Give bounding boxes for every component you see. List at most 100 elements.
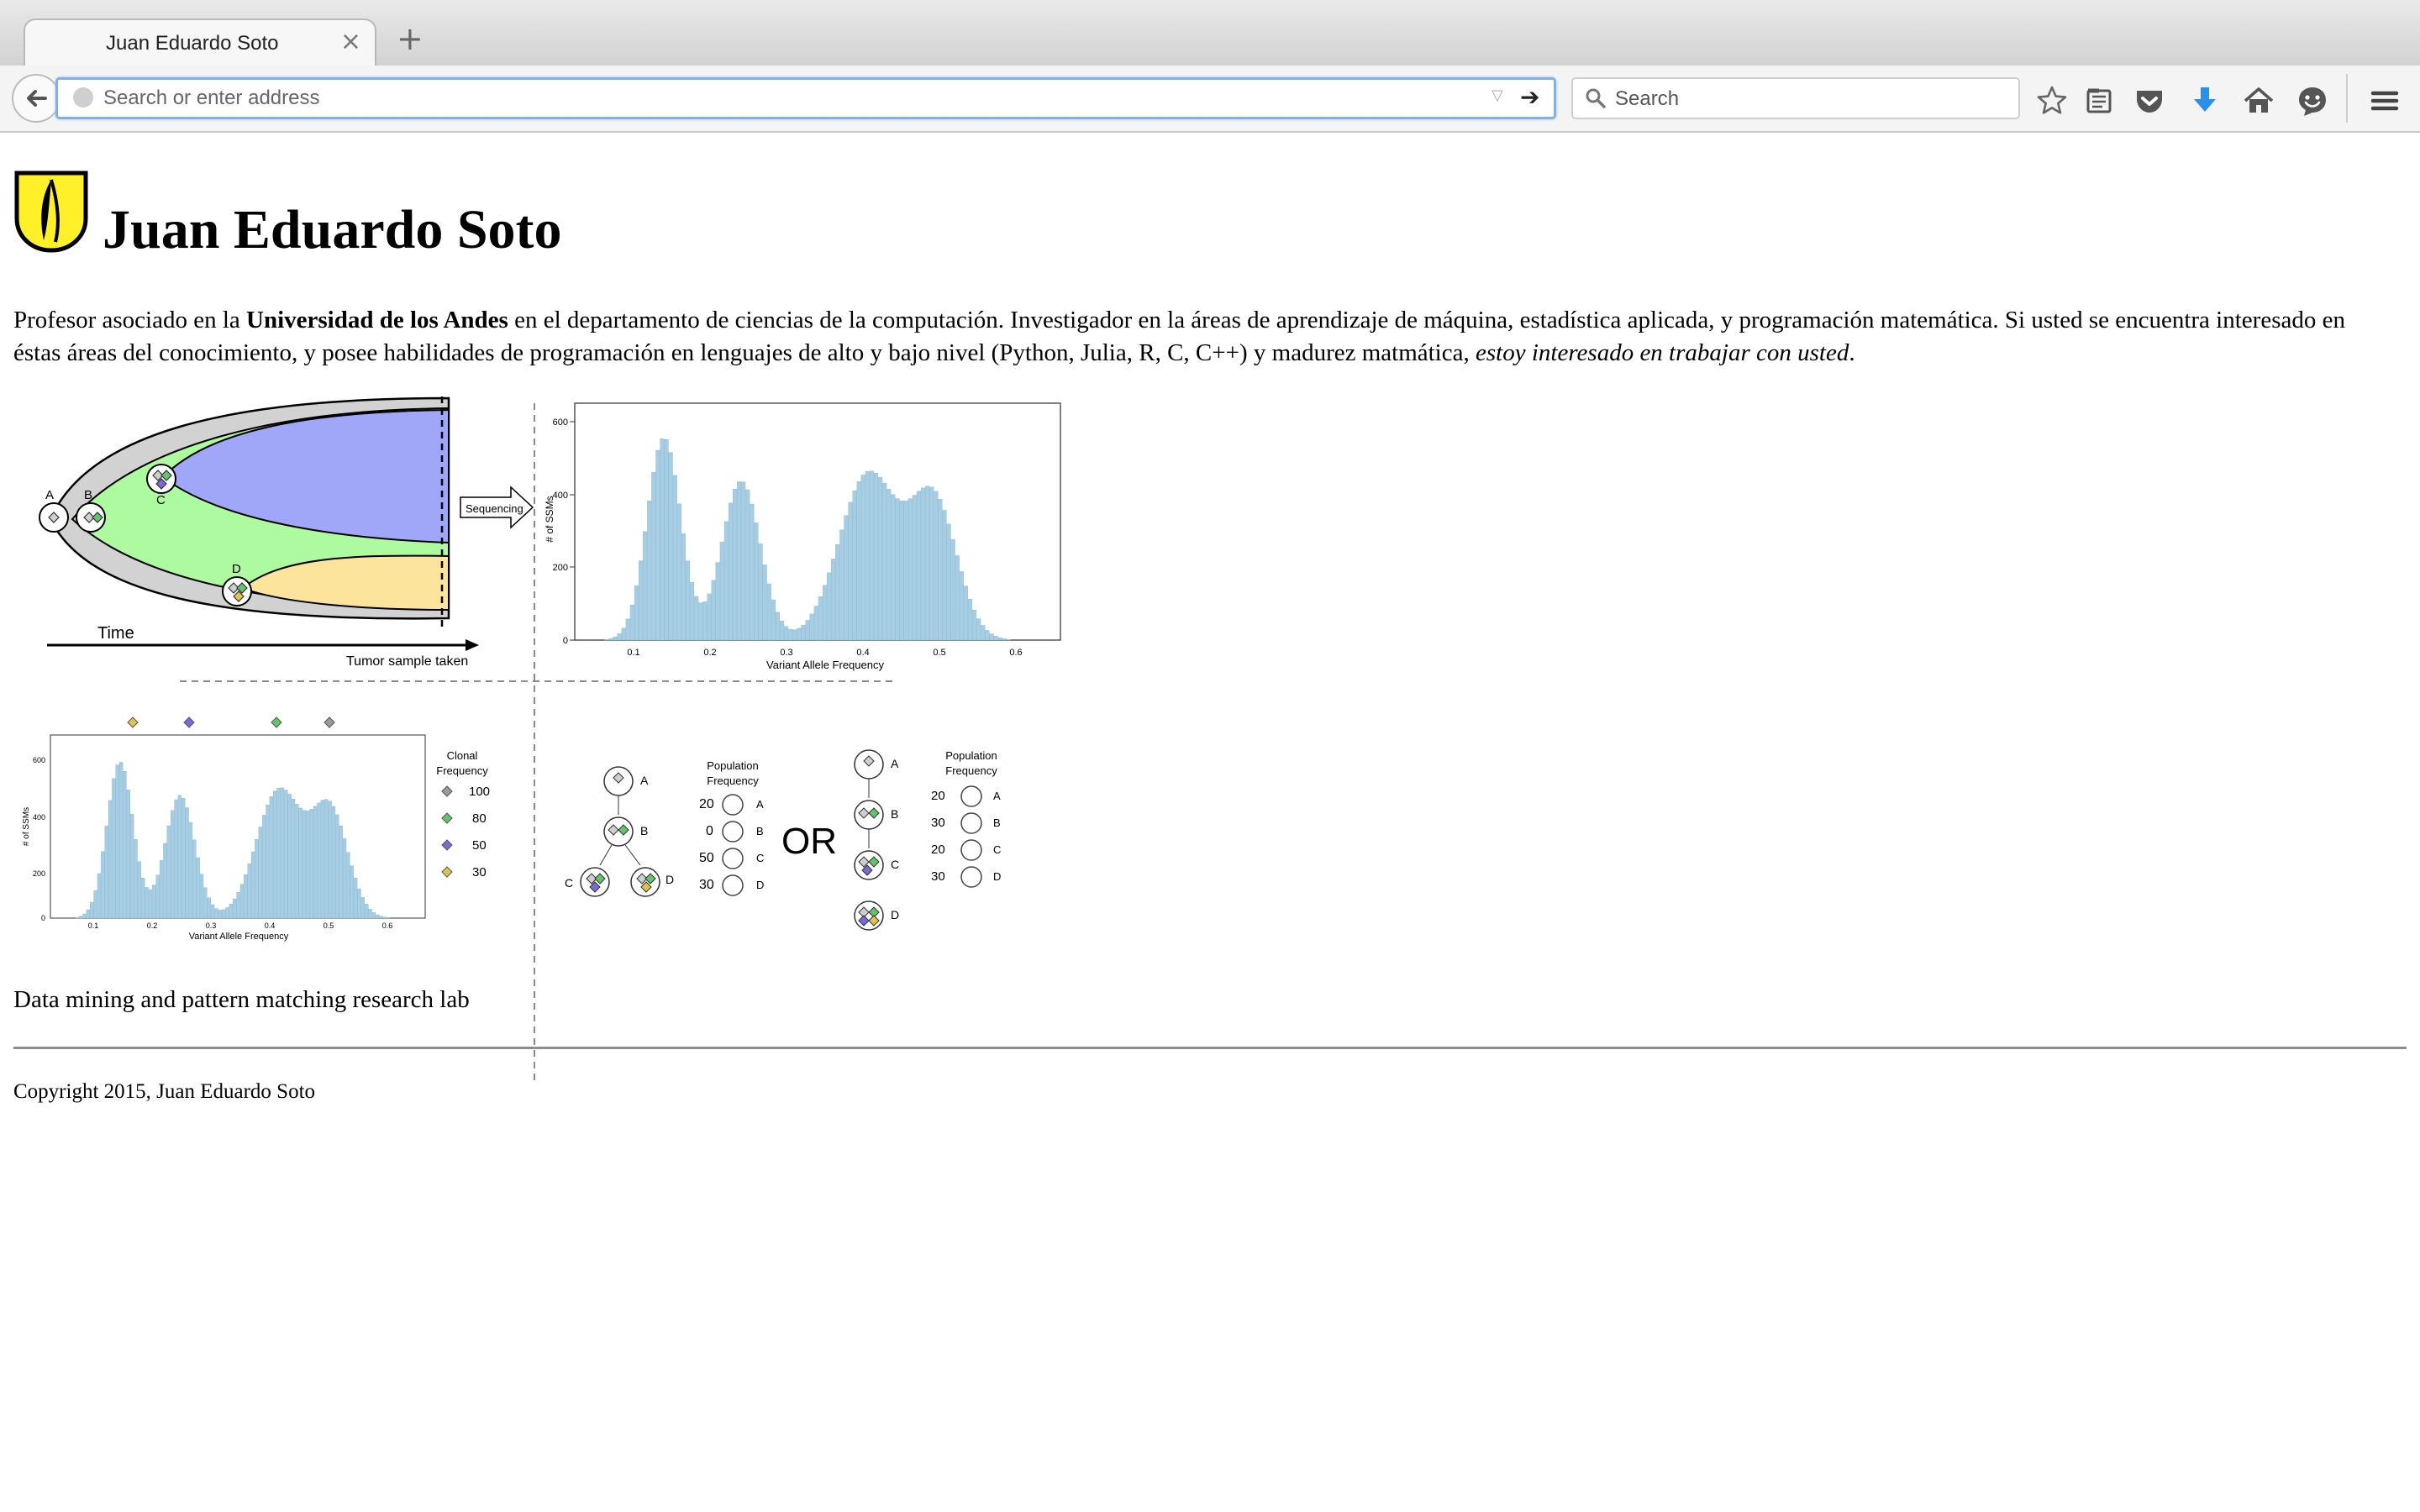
search-bar[interactable]	[1571, 77, 2020, 119]
histogram-bar	[118, 762, 124, 919]
histogram-bar	[681, 533, 686, 641]
histogram-bar	[967, 598, 973, 641]
history-dropdown-icon[interactable]: ▽	[1491, 87, 1503, 104]
pocket-icon[interactable]	[2133, 84, 2166, 118]
frequency-header: Frequency	[707, 774, 759, 787]
histogram-bar	[210, 904, 215, 919]
histogram-bar	[779, 620, 785, 641]
tumor-evolution-diagram: A B C D Time Tumor sample taken Sequenci…	[39, 396, 534, 669]
phylogeny-tree-left: A B C D Population Frequency 20 0 50 30 …	[565, 759, 764, 897]
histogram-bar	[959, 571, 964, 641]
site-identity-icon[interactable]	[73, 87, 93, 108]
histogram-bar	[287, 794, 292, 919]
intro-paragraph: Profesor asociado en la Universidad de l…	[13, 304, 2391, 370]
x-axis-label: Variant Allele Frequency	[189, 932, 289, 942]
histogram-bar	[236, 891, 240, 919]
histogram-bar	[331, 806, 336, 919]
histogram-bar	[368, 908, 372, 919]
histogram-bar	[912, 495, 917, 641]
x-tick-label: 0.1	[627, 648, 639, 658]
histogram-bar	[613, 637, 618, 641]
histogram-bar	[745, 489, 750, 641]
histogram-bar	[792, 629, 797, 641]
histogram-bar	[732, 488, 738, 641]
histogram-bar	[711, 580, 716, 641]
hello-icon[interactable]	[2296, 84, 2329, 118]
histogram-bar	[218, 910, 222, 919]
histogram-bar	[809, 613, 814, 641]
histogram-bar	[339, 825, 343, 919]
histogram-bar	[985, 630, 990, 641]
population-frequency: 20	[699, 797, 714, 811]
histogram-bar	[848, 501, 853, 641]
search-input[interactable]	[1613, 79, 2012, 119]
back-arrow-icon	[27, 90, 47, 107]
histogram-bar	[82, 913, 87, 919]
intro-end: .	[1849, 339, 1855, 366]
time-label: Time	[97, 624, 134, 643]
histogram-bar	[784, 626, 789, 641]
frequency-node-label: B	[993, 816, 1001, 829]
histogram-bar	[754, 522, 759, 641]
address-bar[interactable]: ▽ ➔	[55, 77, 1556, 119]
tree-node-label: D	[891, 908, 899, 921]
frequency-node-label: A	[993, 790, 1001, 802]
histogram-bar	[166, 825, 171, 919]
downloads-icon[interactable]	[2188, 84, 2222, 118]
histogram-bar	[170, 810, 175, 919]
y-axis-label: # of SSMs	[544, 496, 555, 542]
menu-icon[interactable]	[2368, 84, 2402, 118]
histogram-bar	[214, 908, 218, 919]
x-axis-label: Variant Allele Frequency	[766, 659, 884, 671]
histogram-bar	[891, 494, 896, 641]
histogram-bar	[295, 803, 299, 919]
legend-value: 80	[472, 811, 487, 826]
tab-close-icon[interactable]: ×	[340, 27, 361, 56]
x-tick-label: 0.1	[88, 921, 99, 930]
histogram-bar	[255, 838, 259, 919]
clone-label-c: C	[156, 493, 166, 507]
tree-node-label: D	[666, 873, 674, 886]
histogram-bar	[997, 638, 1002, 641]
toolbar-divider	[2346, 74, 2348, 123]
x-tick-label: 0.3	[206, 921, 217, 930]
histogram-bar	[387, 917, 391, 919]
histogram-bar	[694, 596, 699, 641]
bookmark-star-icon[interactable]	[2035, 84, 2069, 118]
tumor-sample-label: Tumor sample taken	[346, 654, 468, 669]
histogram-bar	[115, 764, 119, 919]
histogram-bar	[104, 826, 108, 919]
histogram-bar	[638, 560, 644, 641]
histogram-bar	[1002, 638, 1007, 641]
sequencing-label: Sequencing	[466, 502, 523, 515]
back-button[interactable]	[12, 74, 60, 123]
histogram-bar	[604, 639, 609, 641]
histogram-bar	[320, 800, 325, 919]
histogram-bar	[324, 799, 329, 919]
histogram-bar	[621, 627, 626, 641]
histogram-bar	[86, 909, 91, 919]
frequency-header: Population	[945, 749, 997, 762]
histogram-bar	[690, 582, 695, 641]
histogram-bar	[643, 531, 648, 641]
tree-node-label: B	[891, 807, 898, 821]
legend-value: 50	[472, 838, 487, 853]
vaf-histogram-top: 600 400 200 0 0.1 0.2 0.3 0.4 0.5 0.6 Va…	[544, 402, 1061, 671]
frequency-header: Frequency	[945, 764, 997, 777]
address-input[interactable]	[102, 80, 1481, 117]
histogram-bar	[313, 806, 318, 919]
web-page: Juan Eduardo Soto Profesor asociado en l…	[0, 133, 2420, 1512]
x-tick-label: 0.4	[856, 648, 869, 658]
reading-list-icon[interactable]	[2082, 84, 2116, 118]
histogram-bar	[141, 878, 145, 919]
histogram-bar	[775, 612, 780, 641]
histogram-bar	[244, 874, 248, 919]
home-icon[interactable]	[2242, 84, 2275, 118]
tab-active[interactable]: Juan Eduardo Soto ×	[24, 18, 376, 67]
new-tab-icon[interactable]: +	[397, 20, 424, 57]
histogram-bar	[309, 809, 313, 919]
university-name: Universidad de los Andes	[246, 307, 508, 333]
histogram-bar	[668, 452, 673, 641]
go-arrow-icon[interactable]: ➔	[1520, 83, 1539, 111]
histogram-bar	[719, 542, 724, 641]
